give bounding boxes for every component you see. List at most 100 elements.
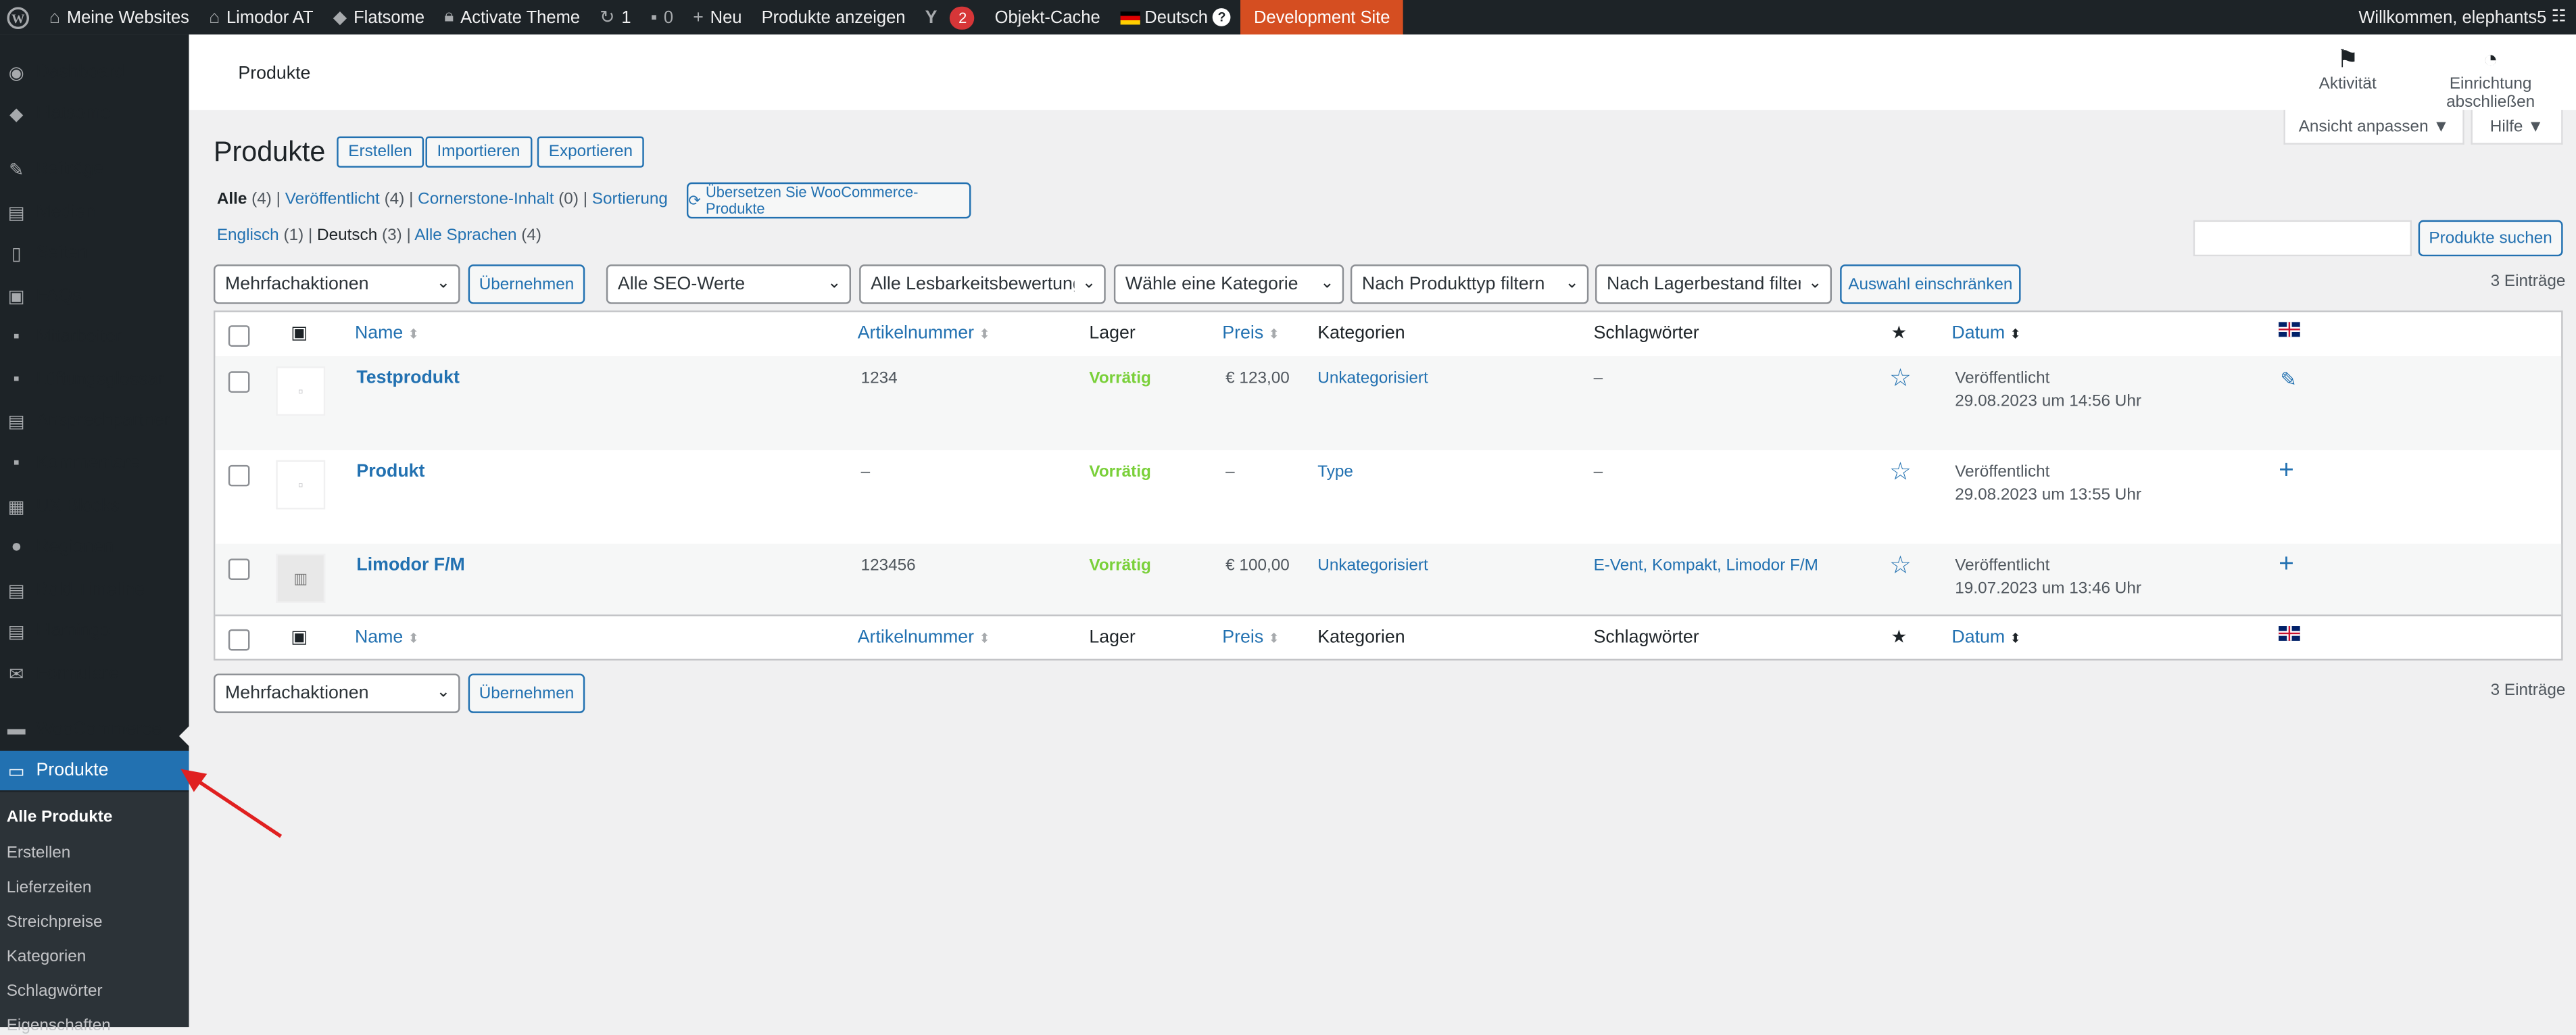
row-checkbox[interactable] xyxy=(228,558,250,580)
sidebar-item-formulare[interactable]: ✉ Formulare xyxy=(0,654,189,693)
wc-header-title: Produkte xyxy=(238,64,311,84)
admin-bar-object-cache[interactable]: Objekt-Cache xyxy=(985,0,1110,34)
product-name-link[interactable]: Limodor F/M xyxy=(356,556,464,575)
apply-bulk-button[interactable]: Übernehmen xyxy=(468,264,585,304)
product-tags[interactable]: E-Vent, Kompakt, Limodor F/M xyxy=(1594,557,1818,575)
product-name-link[interactable]: Testprodukt xyxy=(356,368,460,387)
sidebar-item-ux-blocks[interactable]: ▦ UX Blocks xyxy=(0,486,189,525)
product-price: – xyxy=(1225,463,1235,482)
sidebar-item-beiträge[interactable]: ✎ Beiträge xyxy=(0,149,189,189)
search-products-button[interactable]: Produkte suchen xyxy=(2418,220,2563,257)
sidebar-item-ansprechpartner[interactable]: ▤ Ansprechpartner xyxy=(0,401,189,440)
sidebar-item-woocommerce[interactable]: ▬ WooCommerce xyxy=(0,710,189,749)
plus-icon: + xyxy=(693,7,704,28)
sidebar-item-medien[interactable]: ▤ Medien xyxy=(0,192,189,231)
admin-bar-yoast[interactable]: Y2 xyxy=(915,0,985,34)
sidebar-item-flamingo[interactable]: ▤ Flamingo xyxy=(0,611,189,650)
product-thumbnail[interactable]: ▥ xyxy=(276,554,326,603)
wordpress-icon[interactable]: W xyxy=(0,0,39,34)
submenu-delivery-times[interactable]: Lieferzeiten xyxy=(7,879,92,897)
translate-products-button[interactable]: ⟳ Übersetzen Sie WooCommerce-Produkte xyxy=(686,182,971,219)
column-date[interactable]: Datum ⬍ xyxy=(1951,627,2020,647)
product-thumbnail[interactable]: ▫ xyxy=(276,366,326,416)
submenu-categories[interactable]: Kategorien xyxy=(7,948,87,966)
lang-german[interactable]: Deutsch xyxy=(317,226,377,245)
featured-star-icon[interactable]: ★ xyxy=(1891,322,1907,343)
featured-star-icon[interactable]: ★ xyxy=(1891,626,1907,647)
column-price[interactable]: Preis ⬍ xyxy=(1222,627,1279,647)
row-checkbox[interactable] xyxy=(228,371,250,393)
column-price[interactable]: Preis ⬍ xyxy=(1222,324,1279,343)
lang-all[interactable]: Alle Sprachen xyxy=(414,226,516,245)
product-category-link[interactable]: Unkategorisiert xyxy=(1317,557,1428,575)
submenu-strike-prices[interactable]: Streichpreise xyxy=(7,913,103,932)
submenu-all-products[interactable]: Alle Produkte xyxy=(7,809,113,827)
product-type-filter-select[interactable]: Nach Produkttyp filtern ⌄ xyxy=(1350,264,1589,304)
bulk-actions-select-bottom[interactable]: Mehrfachaktionen ⌄ xyxy=(213,673,460,713)
product-category-link[interactable]: Unkategorisiert xyxy=(1317,370,1428,388)
sidebar-item-seiten[interactable]: ▯ Seiten xyxy=(0,233,189,272)
help-button[interactable]: Hilfe ▼ xyxy=(2471,110,2563,145)
submenu-create[interactable]: Erstellen xyxy=(7,844,71,863)
column-sku[interactable]: Artikelnummer ⬍ xyxy=(858,324,990,343)
sidebar-item-flatsome[interactable]: ◆ Flatsome xyxy=(0,94,189,133)
star-outline-icon[interactable]: ☆ xyxy=(1889,550,1912,580)
category-filter-select[interactable]: Wähle eine Kategorie ⌄ xyxy=(1113,264,1344,304)
edit-translation-icon[interactable]: ✎ xyxy=(2281,368,2297,391)
stock-filter-select[interactable]: Nach Lagerbestand filtern ⌄ xyxy=(1595,264,1832,304)
readability-filter-select[interactable]: Alle Lesbarkeitsbewertungen⌄ xyxy=(859,264,1106,304)
export-button[interactable]: Exportieren xyxy=(537,136,645,168)
sidebar-item-dashboard[interactable]: ◉ Dashboard xyxy=(0,53,189,92)
activity-button[interactable]: ⚑ Aktivität xyxy=(2315,46,2381,93)
view-all[interactable]: Alle xyxy=(217,191,247,209)
admin-bar-activate-theme[interactable]: 🔒︎ Activate Theme xyxy=(435,0,590,34)
admin-bar-new[interactable]: + Neu xyxy=(683,0,752,34)
product-search-input[interactable] xyxy=(2193,220,2412,257)
apply-bulk-button-bottom[interactable]: Übernehmen xyxy=(468,673,585,713)
sidebar-item-lüftungsglossar[interactable]: ▪ Lüftungsglossar xyxy=(0,360,189,399)
add-translation-icon[interactable]: + xyxy=(2279,457,2294,487)
star-outline-icon[interactable]: ☆ xyxy=(1889,363,1912,393)
sidebar-item-bold-timeline[interactable]: ▤ Bold Timeline xyxy=(0,570,189,609)
sidebar-item-faqs[interactable]: ▣ FAQs xyxy=(0,276,189,315)
submenu-attributes[interactable]: Eigenschaften xyxy=(7,1017,111,1035)
sidebar-item-mitarbeiter[interactable]: ▪ Mitarbeiter xyxy=(0,317,189,356)
setup-button[interactable]: ◔ Einrichtung abschließen xyxy=(2405,46,2576,112)
column-date[interactable]: Datum ⬍ xyxy=(1951,324,2020,343)
development-site-badge[interactable]: Development Site xyxy=(1240,0,1403,35)
product-name-link[interactable]: Produkt xyxy=(356,462,424,481)
view-sorting[interactable]: Sortierung xyxy=(592,191,668,209)
admin-bar-comments[interactable]: ▪ 0 xyxy=(641,0,683,34)
star-outline-icon[interactable]: ☆ xyxy=(1889,457,1912,486)
admin-bar-language[interactable]: Deutsch? xyxy=(1110,0,1240,34)
screen-options-button[interactable]: Ansicht anpassen ▼ xyxy=(2283,110,2464,145)
admin-bar-my-sites[interactable]: ⌂ Meine Websites xyxy=(39,0,199,34)
product-category-link[interactable]: Type xyxy=(1317,463,1353,481)
admin-bar-site-name[interactable]: ⌂ Limodor AT xyxy=(199,0,324,34)
sidebar-item-regionen[interactable]: ● Regionen xyxy=(0,527,189,567)
filter-button[interactable]: Auswahl einschränken xyxy=(1840,264,2021,304)
view-published[interactable]: Veröffentlicht xyxy=(285,191,380,209)
import-button[interactable]: Importieren xyxy=(425,136,532,168)
lang-english[interactable]: Englisch xyxy=(217,226,279,245)
column-sku[interactable]: Artikelnummer ⬍ xyxy=(858,627,990,647)
admin-bar-account[interactable]: Willkommen, elephants5 ☷ xyxy=(2358,7,2576,27)
sort-icon: ⬍ xyxy=(979,631,990,646)
row-checkbox[interactable] xyxy=(228,464,250,487)
seo-filter-select[interactable]: Alle SEO-Werte ⌄ xyxy=(606,264,851,304)
sidebar-item-kommentare[interactable]: ▪ Kommentare xyxy=(0,443,189,483)
add-translation-icon[interactable]: + xyxy=(2279,550,2294,580)
admin-bar-flatsome[interactable]: ◆ Flatsome xyxy=(323,0,434,34)
create-button[interactable]: Erstellen xyxy=(337,136,424,168)
select-all-checkbox[interactable] xyxy=(228,325,250,347)
bulk-actions-select[interactable]: Mehrfachaktionen ⌄ xyxy=(213,264,460,304)
submenu-tags[interactable]: Schlagwörter xyxy=(7,982,103,1001)
view-cornerstone[interactable]: Cornerstone-Inhalt xyxy=(418,191,554,209)
column-name[interactable]: Name ⬍ xyxy=(355,324,419,343)
sidebar-item-produkte[interactable]: ▭ Produkte xyxy=(0,750,189,791)
product-thumbnail[interactable]: ▫ xyxy=(276,460,326,510)
admin-bar-view-products[interactable]: Produkte anzeigen xyxy=(752,0,915,34)
column-name[interactable]: Name ⬍ xyxy=(355,627,419,647)
select-all-checkbox[interactable] xyxy=(228,629,250,651)
admin-bar-updates[interactable]: ↻ 1 xyxy=(590,0,641,34)
